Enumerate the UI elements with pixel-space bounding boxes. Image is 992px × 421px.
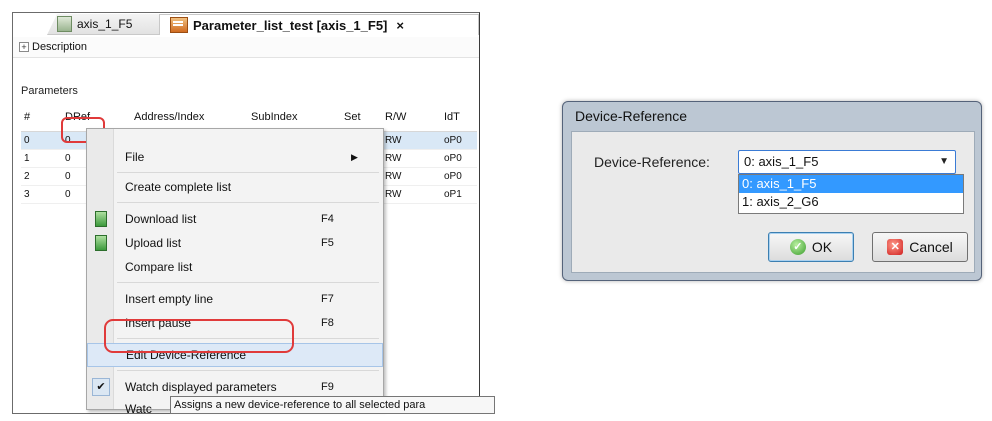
tab-parameter-list-test[interactable]: Parameter_list_test [axis_1_F5] × xyxy=(159,14,479,35)
cell-rw: RW xyxy=(385,171,402,182)
menu-shortcut: F4 xyxy=(321,213,334,225)
description-label: Description xyxy=(32,41,88,53)
menu-item-label: Watch displayed parameters xyxy=(125,380,277,394)
column-header[interactable]: SubIndex xyxy=(248,111,341,123)
chevron-down-icon[interactable]: ▼ xyxy=(939,156,949,167)
dropdown-option[interactable]: 0: axis_1_F5 xyxy=(739,175,963,193)
tab-axis-1-f5[interactable]: axis_1_F5 xyxy=(47,14,173,35)
tab-label: Parameter_list_test [axis_1_F5] xyxy=(193,17,388,33)
download-icon xyxy=(95,211,107,227)
ok-button[interactable]: ✓ OK xyxy=(768,232,854,262)
menu-separator xyxy=(117,172,379,173)
device-reference-combobox[interactable]: 0: axis_1_F5 ▼ xyxy=(738,150,956,174)
menu-separator xyxy=(117,282,379,283)
cell-num: 0 xyxy=(24,135,30,146)
expand-icon[interactable]: + xyxy=(19,42,29,52)
menu-item-compare-list[interactable]: Compare list xyxy=(87,255,383,279)
cell-rw: RW xyxy=(385,153,402,164)
menu-shortcut: F9 xyxy=(321,381,334,393)
check-icon: ✔ xyxy=(92,378,110,396)
doc-icon xyxy=(57,16,72,32)
menu-item-label: Compare list xyxy=(125,260,193,274)
menu-item-label: Create complete list xyxy=(125,180,232,194)
menu-item-file[interactable]: File ▶ xyxy=(87,145,383,169)
menu-item-insert-empty-line[interactable]: Insert empty line F7 xyxy=(87,287,383,311)
column-header[interactable]: Address/Index xyxy=(131,111,248,123)
column-header[interactable]: # xyxy=(21,111,62,123)
menu-item-label: Watc xyxy=(125,402,152,416)
menu-shortcut: F7 xyxy=(321,293,334,305)
cancel-x-icon: ✕ xyxy=(887,239,904,255)
ok-label: OK xyxy=(811,239,833,255)
menu-item-upload-list[interactable]: Upload list F5 xyxy=(87,231,383,255)
menu-shortcut: F5 xyxy=(321,237,334,249)
column-header[interactable]: R/W xyxy=(382,111,441,123)
dialog-title: Device-Reference xyxy=(575,108,688,124)
tab-bar: axis_1_F5 Parameter_list_test [axis_1_F5… xyxy=(13,13,479,35)
menu-item-download-list[interactable]: Download list F4 xyxy=(87,207,383,231)
cell-num: 3 xyxy=(24,189,30,200)
description-expander[interactable]: + Description xyxy=(13,37,479,58)
menu-separator xyxy=(117,202,379,203)
column-header[interactable]: IdT xyxy=(441,111,479,123)
menu-shortcut: F8 xyxy=(321,317,334,329)
menu-item-label: Download list xyxy=(125,212,197,226)
upload-icon xyxy=(95,235,107,251)
cell-idt: oP0 xyxy=(444,135,462,146)
dropdown-option[interactable]: 1: axis_2_G6 xyxy=(739,193,963,211)
submenu-arrow-icon: ▶ xyxy=(351,151,358,162)
cancel-label: Cancel xyxy=(909,239,953,255)
dialog-body: Device-Reference: 0: axis_1_F5 ▼ 0: axis… xyxy=(571,131,975,273)
menu-separator xyxy=(117,370,379,371)
combo-value: 0: axis_1_F5 xyxy=(744,154,819,169)
menu-item-create-complete-list[interactable]: Create complete list xyxy=(87,175,383,199)
menu-item-label: Upload list xyxy=(125,236,182,250)
tooltip: Assigns a new device-reference to all se… xyxy=(170,396,495,414)
device-reference-dropdown: 0: axis_1_F5 1: axis_2_G6 xyxy=(738,174,964,214)
cell-rw: RW xyxy=(385,135,402,146)
context-menu: File ▶ Create complete list Download lis… xyxy=(86,128,384,416)
parameters-label: Parameters xyxy=(21,85,78,97)
menu-item-label: Insert empty line xyxy=(125,292,214,306)
cell-idt: oP0 xyxy=(444,171,462,182)
cell-idt: oP0 xyxy=(444,153,462,164)
cancel-button[interactable]: ✕ Cancel xyxy=(872,232,968,262)
menu-item-label: File xyxy=(125,150,145,164)
cell-num: 1 xyxy=(24,153,30,164)
edit-device-reference-highlight-circle xyxy=(104,319,294,353)
column-header[interactable]: Set xyxy=(341,111,382,123)
device-reference-label: Device-Reference: xyxy=(594,154,710,170)
parameter-list-icon xyxy=(170,17,188,33)
cell-rw: RW xyxy=(385,189,402,200)
cell-idt: oP1 xyxy=(444,189,462,200)
ok-check-icon: ✓ xyxy=(789,239,806,255)
tab-label: axis_1_F5 xyxy=(77,17,133,31)
close-icon[interactable]: × xyxy=(396,18,404,33)
device-reference-dialog: Device-Reference Device-Reference: 0: ax… xyxy=(562,101,982,281)
cell-num: 2 xyxy=(24,171,30,182)
